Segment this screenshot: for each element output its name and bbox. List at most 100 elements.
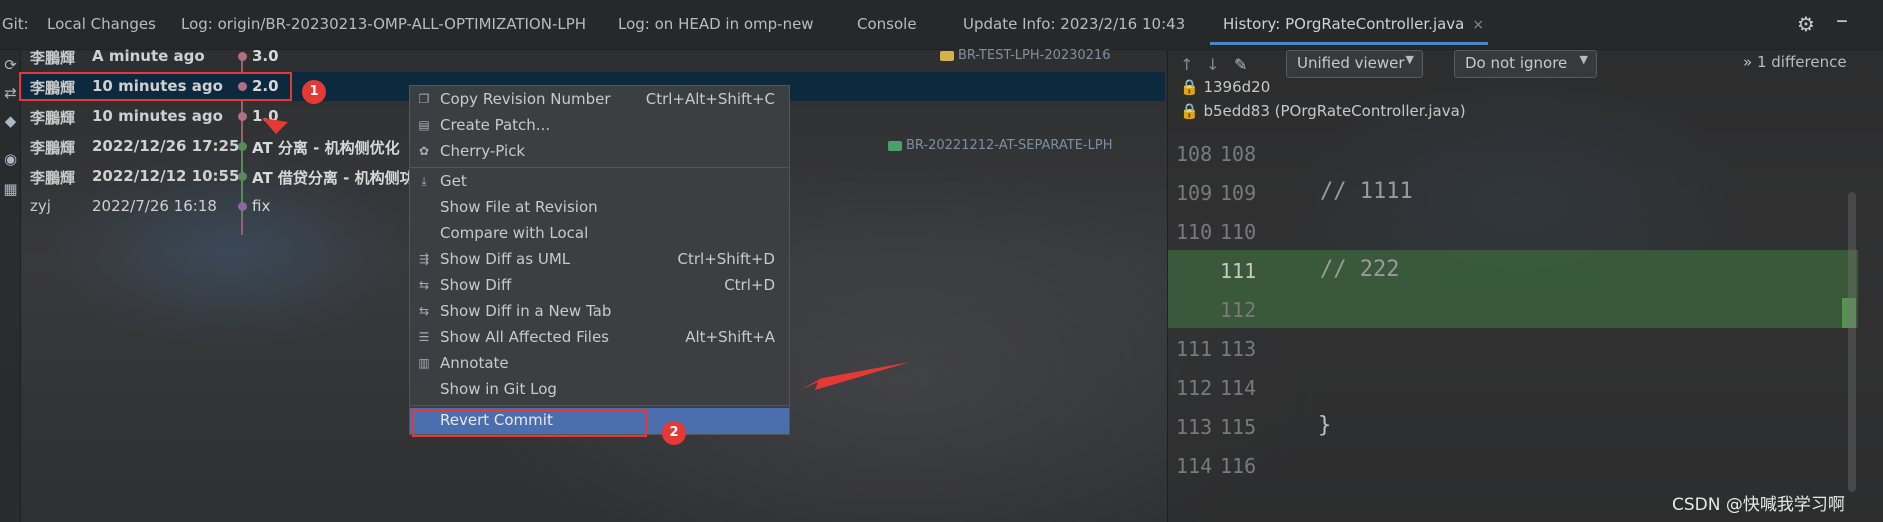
annotation-box-revert [412, 410, 647, 437]
eye-icon[interactable]: ◉ [0, 150, 21, 168]
menu-item-shortcut: Ctrl+Alt+Shift+C [645, 90, 775, 108]
tab-local-changes[interactable]: Local Changes [47, 15, 156, 33]
diff-icon: ⇆ [418, 304, 430, 318]
diff-panel: ↑ ↓ ✎ Unified viewer ▼ Do not ignore ▼ »… [1167, 50, 1883, 522]
commit-date: 2022/7/26 16:18 [92, 197, 217, 215]
menu-item-show-file-at-revision[interactable]: Show File at Revision [410, 195, 789, 221]
menu-item-get[interactable]: ⤓ Get [410, 169, 789, 195]
download-icon: ⤓ [421, 174, 427, 188]
commit-author: 李鵬輝 [30, 169, 76, 187]
menu-item-show-diff-new-tab[interactable]: ⇆ Show Diff in a New Tab [410, 299, 789, 325]
commit-author: 李鵬輝 [30, 139, 76, 157]
ignore-select-value: Do not ignore [1465, 54, 1568, 72]
commit-author: zyj [30, 197, 51, 215]
scrollbar[interactable] [1848, 192, 1856, 492]
viewer-select-value: Unified viewer [1297, 54, 1405, 72]
menu-item-copy-revision[interactable]: ❐ Copy Revision Number Ctrl+Alt+Shift+C [410, 87, 789, 113]
commit-message: AT 分离 - 机构侧优化 [252, 139, 400, 157]
refresh-icon[interactable]: ⟳ [0, 56, 21, 74]
copy-icon: ❐ [418, 92, 430, 106]
menu-item-label: Compare with Local [440, 224, 589, 242]
menu-separator [410, 167, 789, 168]
commit-date: A minute ago [92, 47, 205, 65]
annotation-badge-2: 2 [662, 421, 686, 445]
left-toolbar: ⟳ ⇄ ◆ ◉ ▦ [0, 50, 21, 522]
commit-node [238, 52, 247, 61]
tag-icon [888, 140, 902, 151]
tab-log-head[interactable]: Log: on HEAD in omp-new [618, 15, 814, 33]
tag-icon [940, 50, 954, 61]
ignore-select[interactable]: Do not ignore ▼ [1454, 50, 1597, 78]
close-icon[interactable]: × [1472, 17, 1484, 33]
menu-item-label: Show in Git Log [440, 380, 557, 398]
tab-history[interactable]: History: POrgRateController.java × [1223, 15, 1484, 33]
menu-item-show-in-git-log[interactable]: Show in Git Log [410, 377, 789, 403]
arrow-up-icon[interactable]: ↑ [1180, 55, 1193, 74]
menu-item-label: Show Diff [440, 276, 512, 294]
revision-file: 🔒 b5edd83 (POrgRateController.java) [1180, 102, 1466, 120]
branch-tag: BR-20221212-AT-SEPARATE-LPH [888, 138, 1112, 153]
commit-date: 10 minutes ago [92, 107, 223, 125]
annotation-badge-1: 1 [302, 80, 326, 104]
menu-item-label: Show Diff as UML [440, 250, 571, 268]
annotation-arrow-2 [800, 362, 910, 390]
commit-node [238, 172, 247, 181]
tab-console[interactable]: Console [857, 15, 917, 33]
menu-item-shortcut: Alt+Shift+A [685, 328, 775, 346]
context-menu: ❐ Copy Revision Number Ctrl+Alt+Shift+C … [409, 85, 790, 435]
git-label: Git: [2, 15, 29, 33]
menu-item-label: Show File at Revision [440, 198, 598, 216]
annotation-box-row [19, 72, 292, 101]
menu-item-create-patch[interactable]: ▤ Create Patch... [410, 113, 789, 139]
code-line: // 1111 [1320, 179, 1413, 204]
commit-message: AT 借贷分离 - 机构侧功 [252, 169, 415, 187]
menu-item-label: Show All Affected Files [440, 328, 609, 346]
tab-history-label: History: POrgRateController.java [1223, 15, 1465, 33]
commit-icon[interactable]: ◆ [0, 112, 21, 130]
menu-item-label: Show Diff in a New Tab [440, 302, 612, 320]
gear-icon[interactable]: ⚙ [1797, 12, 1815, 36]
commit-message: fix [252, 197, 271, 215]
diff-uml-icon: ⇶ [418, 252, 430, 266]
difference-count: » 1 difference [1743, 53, 1847, 71]
tab-log-origin[interactable]: Log: origin/BR-20230213-OMP-ALL-OPTIMIZA… [181, 15, 586, 33]
menu-item-label: Cherry-Pick [440, 142, 526, 160]
menu-item-show-affected-files[interactable]: ☰ Show All Affected Files Alt+Shift+A [410, 325, 789, 351]
tab-update-info[interactable]: Update Info: 2023/2/16 10:43 [963, 15, 1185, 33]
watermark: CSDN @快喊我学习啊 [1672, 495, 1845, 515]
minimize-icon[interactable]: – [1836, 6, 1848, 34]
menu-item-cherry-pick[interactable]: ✿ Cherry-Pick [410, 139, 789, 165]
active-tab-indicator [1210, 42, 1488, 45]
arrow-down-icon[interactable]: ↓ [1206, 55, 1219, 74]
menu-item-show-diff-uml[interactable]: ⇶ Show Diff as UML Ctrl+Shift+D [410, 247, 789, 273]
revision-hash-value: 1396d20 [1203, 78, 1271, 96]
menu-separator [410, 405, 789, 406]
branch-icon[interactable]: ⇄ [0, 84, 21, 102]
viewer-select[interactable]: Unified viewer ▼ [1286, 50, 1423, 78]
menu-item-annotate[interactable]: ▥ Annotate [410, 351, 789, 377]
files-icon: ☰ [418, 330, 430, 344]
branch-tag-label: BR-TEST-LPH-20230216 [958, 48, 1111, 63]
menu-item-shortcut: Ctrl+D [724, 276, 775, 294]
menu-item-label: Get [440, 172, 467, 190]
menu-item-show-diff[interactable]: ⇆ Show Diff Ctrl+D [410, 273, 789, 299]
menu-item-label: Annotate [440, 354, 509, 372]
layout-icon[interactable]: ▦ [0, 180, 21, 198]
added-lines-highlight [1168, 250, 1858, 328]
commit-message: 1.0 [252, 107, 279, 125]
branch-tag-label: BR-20221212-AT-SEPARATE-LPH [906, 138, 1113, 153]
difference-count-label: 1 difference [1756, 53, 1847, 71]
commit-node [238, 112, 247, 121]
more-actions-icon[interactable]: » [1743, 53, 1752, 71]
commit-date: 2022/12/26 17:25 [92, 137, 240, 155]
menu-item-label: Copy Revision Number [440, 90, 611, 108]
commit-author: 李鵬輝 [30, 49, 76, 67]
revision-hash: 🔒 1396d20 [1180, 78, 1271, 96]
edit-icon[interactable]: ✎ [1234, 55, 1247, 74]
branch-tag: BR-TEST-LPH-20230216 [940, 48, 1110, 63]
patch-icon: ▤ [418, 118, 430, 132]
chevron-down-icon: ▼ [1579, 53, 1588, 66]
menu-item-compare-with-local[interactable]: Compare with Local [410, 221, 789, 247]
commit-date: 2022/12/12 10:55 [92, 167, 240, 185]
code-line: // 222 [1320, 257, 1400, 282]
